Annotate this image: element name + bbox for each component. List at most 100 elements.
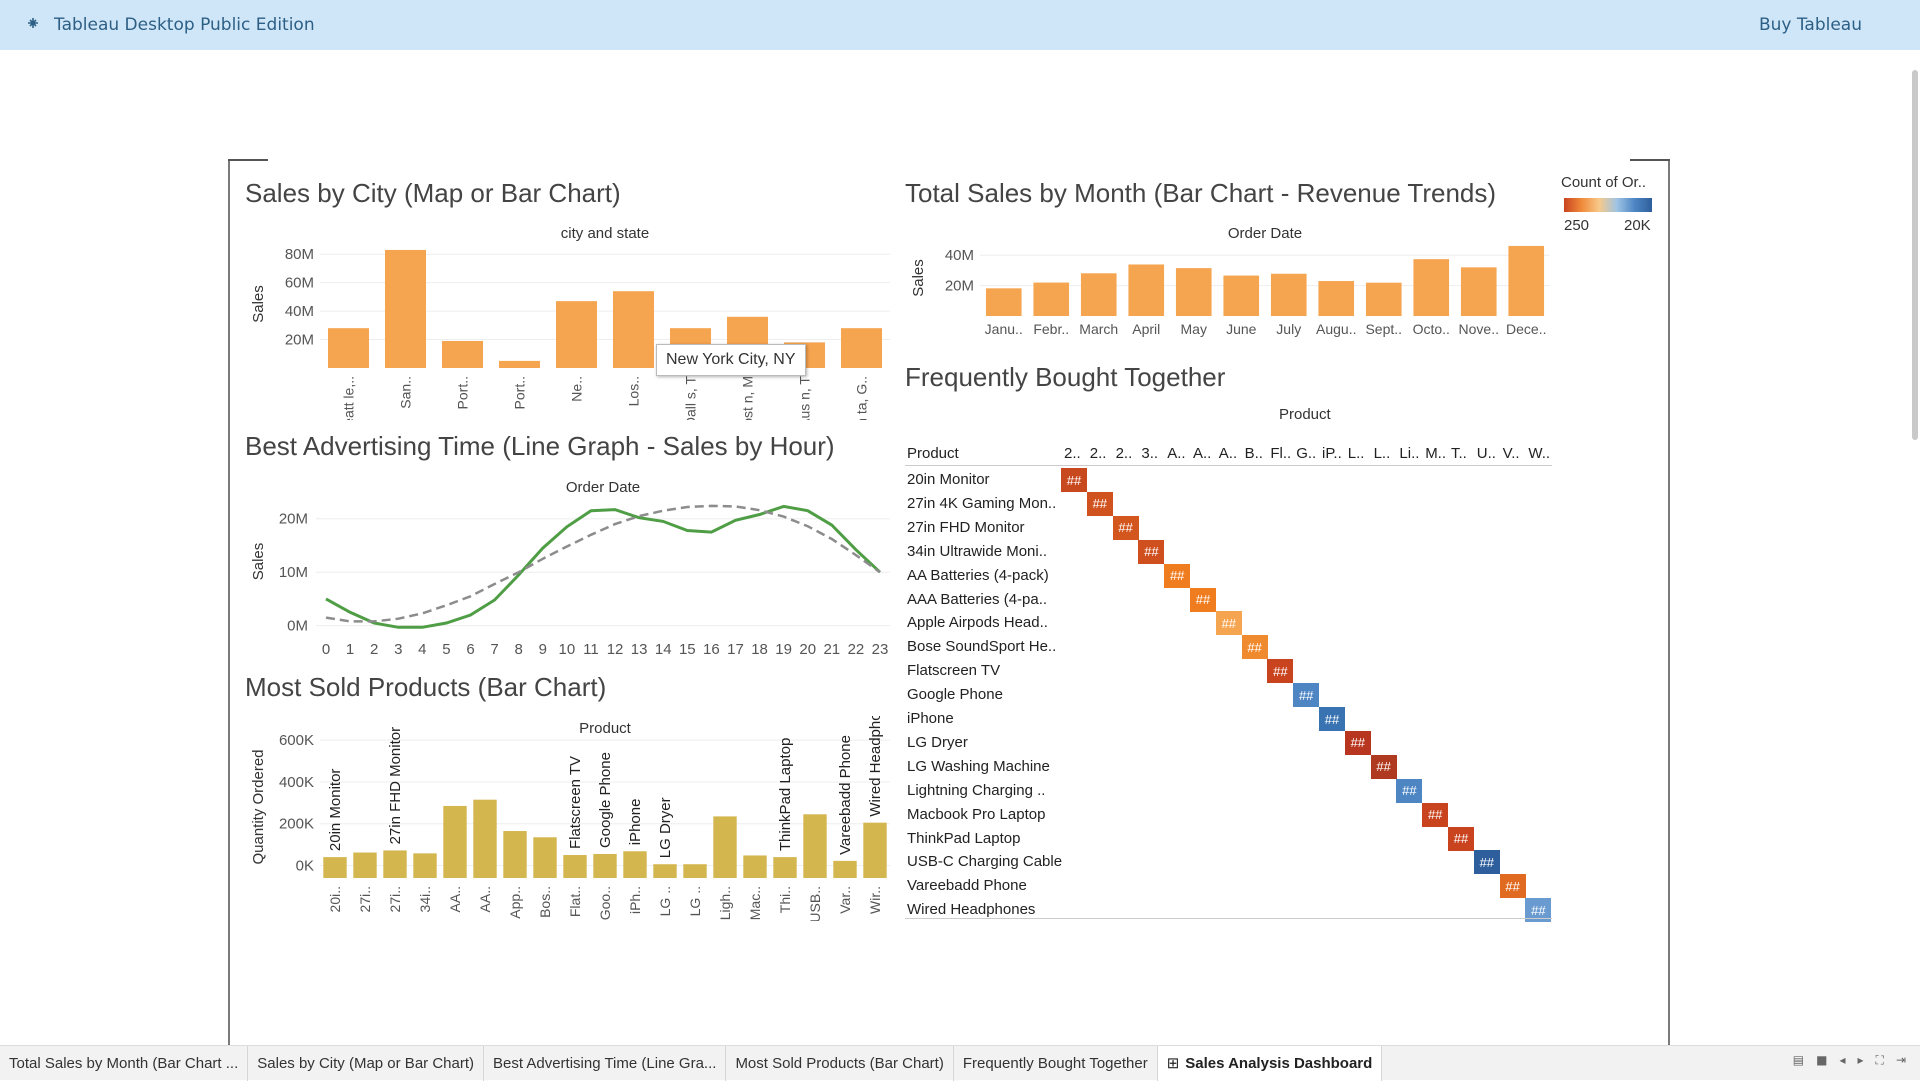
x-tick-label: Octo..: [1413, 321, 1450, 337]
matrix-column-label[interactable]: Li..: [1399, 445, 1419, 462]
matrix-row-label[interactable]: Macbook Pro Laptop: [907, 806, 1045, 823]
matrix-cell[interactable]: ##: [1086, 491, 1113, 516]
matrix-column-label[interactable]: U..: [1477, 445, 1496, 462]
sheet-tab[interactable]: Most Sold Products (Bar Chart): [726, 1045, 954, 1081]
matrix-column-label[interactable]: 2..: [1064, 445, 1081, 462]
sheet-tab[interactable]: ⊞ Sales Analysis Dashboard: [1157, 1045, 1383, 1081]
matrix-row-label[interactable]: Bose SoundSport He..: [907, 638, 1056, 655]
matrix-column-label[interactable]: iP..: [1322, 445, 1342, 462]
x-tick-label: 9: [539, 641, 547, 658]
tab-next-icon[interactable]: ▸: [1858, 1053, 1864, 1068]
matrix-column-label[interactable]: V..: [1503, 445, 1520, 462]
matrix-cell[interactable]: ##: [1448, 826, 1474, 851]
matrix-column-label[interactable]: A..: [1219, 445, 1237, 462]
matrix-row-label[interactable]: Wired Headphones: [907, 901, 1035, 918]
matrix-column-label[interactable]: A..: [1193, 445, 1211, 462]
matrix-cell[interactable]: ##: [1138, 539, 1165, 564]
matrix-row-label[interactable]: AA Batteries (4-pack): [907, 567, 1049, 584]
title-total-sales-by-month: Total Sales by Month (Bar Chart - Revenu…: [905, 178, 1497, 208]
matrix-row-label[interactable]: USB-C Charging Cable: [907, 853, 1062, 870]
matrix-cell[interactable]: ##: [1164, 563, 1191, 588]
sheet-tab[interactable]: Frequently Bought Together: [954, 1045, 1158, 1081]
matrix-cell[interactable]: ##: [1215, 611, 1242, 636]
matrix-cell[interactable]: ##: [1241, 635, 1268, 660]
map-tooltip: New York City, NY: [656, 344, 806, 376]
chart-sales-by-city[interactable]: city and state Sales 20M 40M 60M 80M Seatt le,…: [240, 220, 890, 420]
matrix-row-label[interactable]: iPhone: [907, 710, 954, 727]
matrix-row-label[interactable]: 20in Monitor: [907, 471, 990, 488]
matrix-column-label[interactable]: L..: [1374, 445, 1391, 462]
matrix-cell[interactable]: ##: [1293, 683, 1320, 708]
matrix-row-label[interactable]: AAA Batteries (4-pa..: [907, 591, 1047, 608]
sheet-tab[interactable]: Sales by City (Map or Bar Chart): [248, 1045, 484, 1081]
matrix-row-label[interactable]: Apple Airpods Head..: [907, 614, 1048, 631]
sheet-tab[interactable]: Total Sales by Month (Bar Chart ...: [0, 1045, 249, 1081]
matrix-row-label[interactable]: LG Dryer: [907, 734, 968, 751]
matrix-row-label[interactable]: 34in Ultrawide Moni..: [907, 543, 1047, 560]
sheet-tab[interactable]: Best Advertising Time (Line Gra...: [484, 1045, 727, 1081]
x-tick-label: Wir..: [867, 886, 883, 914]
bar: [1413, 259, 1450, 316]
matrix-column-label[interactable]: 2..: [1090, 445, 1107, 462]
matrix-row-label[interactable]: ThinkPad Laptop: [907, 830, 1020, 847]
tab-list-icon[interactable]: ▤: [1793, 1053, 1804, 1068]
x-tick-label: San..: [398, 376, 414, 409]
matrix-column-label[interactable]: T..: [1451, 445, 1467, 462]
matrix-row-label[interactable]: Lightning Charging ..: [907, 782, 1045, 799]
x-tick-label: Los..: [626, 376, 642, 406]
matrix-cell[interactable]: ##: [1344, 730, 1371, 755]
tab-end-icon[interactable]: ⇥: [1896, 1053, 1906, 1068]
x-tick-label: Seatt le,..: [341, 376, 357, 420]
matrix-column-label[interactable]: G..: [1296, 445, 1316, 462]
bar: [612, 291, 655, 368]
x-tick-label: 7: [490, 641, 498, 658]
matrix-column-label[interactable]: M..: [1425, 445, 1446, 462]
y-tick-label: 80M: [285, 246, 314, 263]
matrix-row-label[interactable]: 27in 4K Gaming Mon..: [907, 495, 1056, 512]
matrix-row-label[interactable]: Vareebadd Phone: [907, 877, 1027, 894]
matrix-cell[interactable]: ##: [1190, 587, 1216, 612]
tab-controls: ▤ ■ ◂ ▸ ⛶ ⇥: [1793, 1053, 1906, 1068]
matrix-cell[interactable]: ##: [1396, 778, 1423, 803]
matrix-column-label[interactable]: B..: [1245, 445, 1263, 462]
x-tick-label: 13: [631, 641, 648, 658]
chart-total-sales-by-month[interactable]: Order Date Sales 20M 40M Janu.. Febr.. March Ap…: [900, 220, 1560, 345]
tab-prev-icon[interactable]: ◂: [1839, 1053, 1845, 1068]
x-tick-label: 4: [418, 641, 426, 658]
sheet-tab-label: Best Advertising Time (Line Gra...: [493, 1054, 717, 1072]
color-legend-bar[interactable]: [1564, 198, 1652, 212]
matrix-column-label[interactable]: 2..: [1116, 445, 1133, 462]
vertical-scrollbar[interactable]: [1912, 70, 1918, 440]
x-tick-label: Janu..: [985, 321, 1023, 337]
matrix-cell[interactable]: ##: [1267, 659, 1294, 684]
matrix-cell[interactable]: ##: [1473, 850, 1500, 875]
matrix-cell[interactable]: ##: [1499, 874, 1526, 899]
app-title: Tableau Desktop Public Edition: [54, 15, 315, 35]
matrix-column-label[interactable]: L..: [1348, 445, 1365, 462]
matrix-cell[interactable]: ##: [1422, 802, 1449, 827]
x-tick-label: Ne..: [569, 376, 585, 402]
matrix-cell[interactable]: ##: [1370, 754, 1397, 779]
chart-best-advertising-time[interactable]: Order DateSales0M10M20M0 1 2 3 4 5 6 7 8 9 10 11 12 1…: [240, 474, 890, 659]
tab-grid-icon[interactable]: ■: [1816, 1053, 1827, 1068]
matrix-cell[interactable]: ##: [1112, 515, 1139, 540]
matrix-column-label[interactable]: 3..: [1141, 445, 1158, 462]
chart-most-sold-products[interactable]: Product Quantity Ordered 0K 200K 400K 600K 20i…: [240, 716, 890, 921]
x-tick-label: 0: [322, 641, 330, 658]
matrix-column-label[interactable]: Fl..: [1270, 445, 1291, 462]
buy-tableau-link[interactable]: Buy Tableau: [1759, 15, 1862, 35]
sheet-tab-label: Sales by City (Map or Bar Chart): [257, 1054, 474, 1072]
fullscreen-icon[interactable]: ⛶: [1876, 1053, 1884, 1068]
x-tick-label: USB..: [807, 886, 823, 921]
matrix-column-label[interactable]: W..: [1528, 445, 1550, 462]
matrix-cell[interactable]: ##: [1061, 468, 1087, 492]
x-tick-label: LG ..: [657, 886, 673, 916]
matrix-row-label[interactable]: Flatscreen TV: [907, 662, 1000, 679]
matrix-row-label[interactable]: Google Phone: [907, 686, 1003, 703]
matrix-cell[interactable]: ##: [1319, 707, 1345, 731]
frequently-bought-matrix[interactable]: Product Product 2.. 2.. 2.. 3.. A.. A.. A.. B.. Fl…: [0, 0, 1552, 923]
matrix-column-label[interactable]: A..: [1167, 445, 1185, 462]
matrix-row-label[interactable]: LG Washing Machine: [907, 758, 1050, 775]
matrix-row-label[interactable]: 27in FHD Monitor: [907, 519, 1025, 536]
sheet-tab-label: Sales Analysis Dashboard: [1185, 1054, 1373, 1072]
